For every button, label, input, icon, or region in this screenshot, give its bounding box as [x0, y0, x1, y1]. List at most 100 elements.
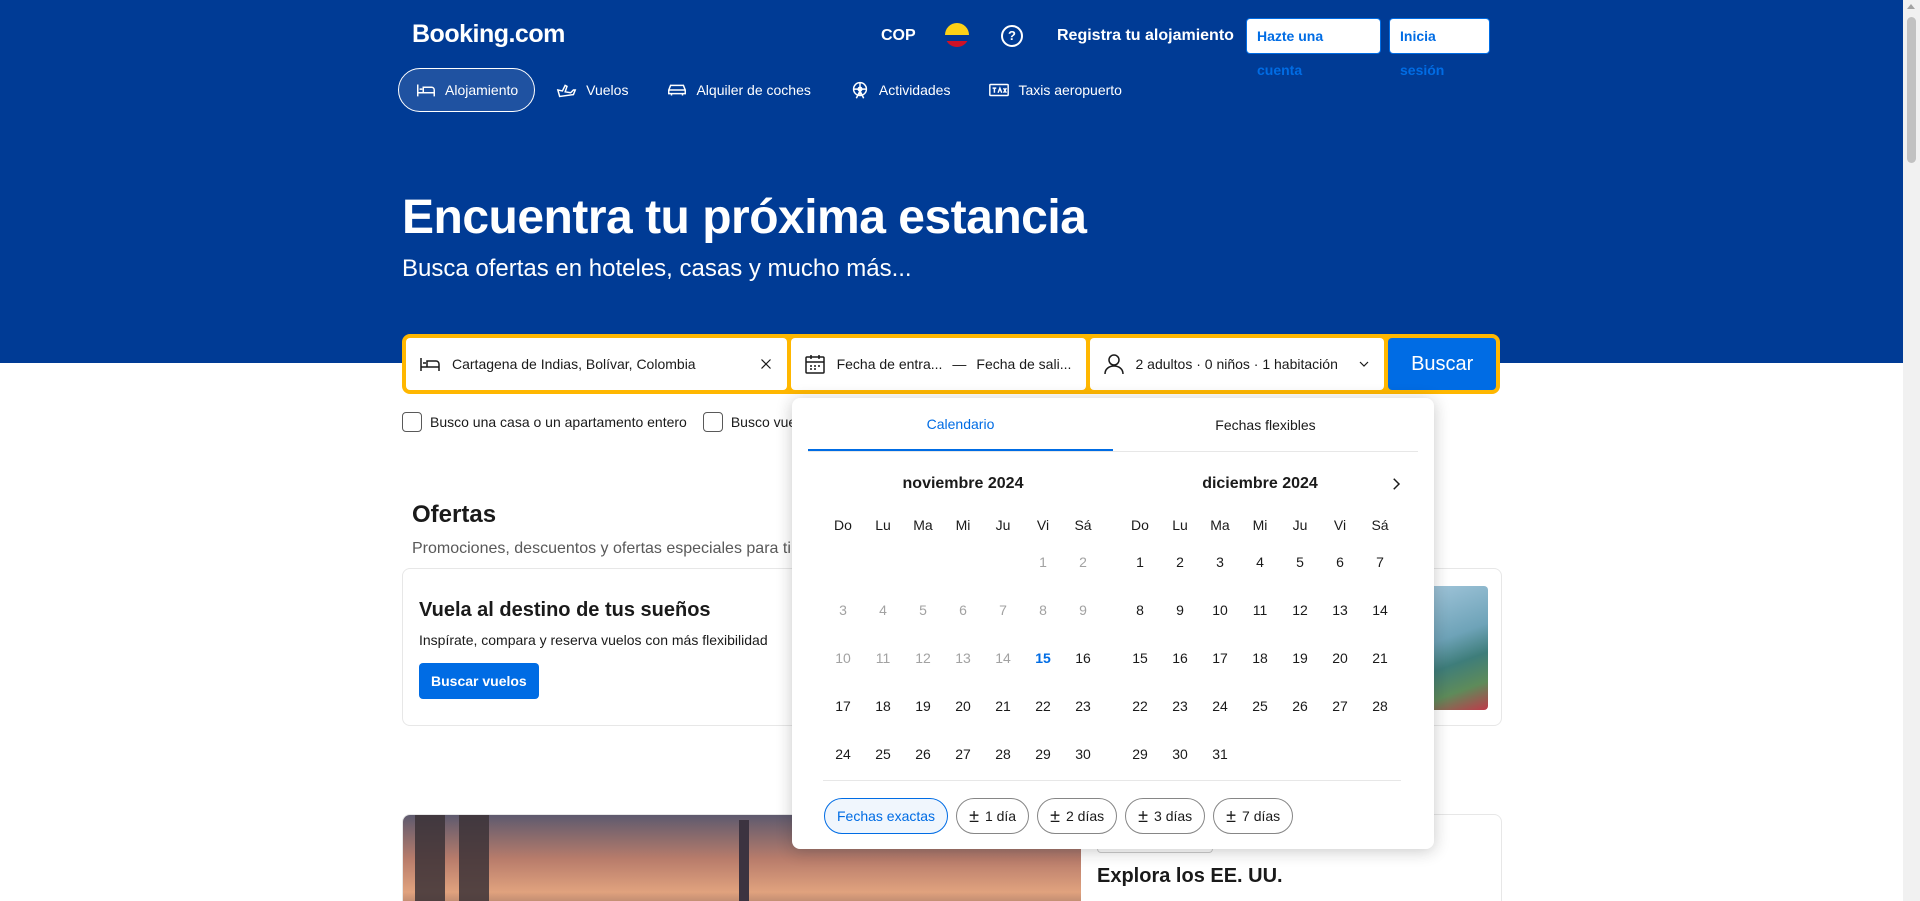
next-month-button[interactable]	[1380, 468, 1412, 500]
calendar-day[interactable]: 27	[943, 730, 983, 778]
calendar-day: 11	[875, 650, 891, 666]
calendar-day[interactable]: 29	[1023, 730, 1063, 778]
chip-3-days[interactable]: ±3 días	[1125, 798, 1206, 834]
calendar-day[interactable]: 8	[1120, 586, 1160, 634]
calendar-day[interactable]: 17	[823, 682, 863, 730]
calendar-day[interactable]: 18	[1240, 634, 1280, 682]
calendar-day[interactable]: 21	[1360, 634, 1400, 682]
nav-item-activities[interactable]: Actividades	[832, 68, 968, 112]
calendar-day[interactable]: 9	[1160, 586, 1200, 634]
destination-input[interactable]: Cartagena de Indias, Bolívar, Colombia	[406, 338, 787, 390]
calendar-day[interactable]: 30	[1160, 730, 1200, 778]
signup-button[interactable]: Hazte una cuenta	[1246, 18, 1381, 78]
calendar-day[interactable]: 24	[1200, 682, 1240, 730]
weekday-label: Mi	[1252, 517, 1268, 533]
plus-minus-icon: ±	[1138, 806, 1149, 826]
search-options: Busco una casa o un apartamento entero B…	[402, 412, 799, 432]
calendar-day[interactable]: 14	[1360, 586, 1400, 634]
calendar-day[interactable]: 13	[1320, 586, 1360, 634]
calendar-day[interactable]: 30	[1063, 730, 1103, 778]
calendar-day[interactable]: 21	[983, 682, 1023, 730]
calendar-day[interactable]: 24	[823, 730, 863, 778]
calendar-day[interactable]: 28	[1360, 682, 1400, 730]
checkbox[interactable]	[702, 412, 723, 432]
calendar-day[interactable]: 17	[1200, 634, 1240, 682]
search-button[interactable]: Buscar	[1388, 338, 1496, 390]
calendar-day[interactable]: 15	[1120, 634, 1160, 682]
nav-item-stays[interactable]: Alojamiento	[398, 68, 536, 112]
calendar-day: 3	[839, 602, 847, 618]
calendar-day[interactable]: 23	[1063, 682, 1103, 730]
calendar-day[interactable]: 22	[1120, 682, 1160, 730]
booking-logo[interactable]: Booking.com	[412, 20, 565, 49]
calendar-day[interactable]: 26	[903, 730, 943, 778]
calendar-day[interactable]: 20	[943, 682, 983, 730]
calendar-day: 5	[919, 602, 927, 618]
calendar-day[interactable]: 25	[863, 730, 903, 778]
calendar-day[interactable]: 19	[1280, 634, 1320, 682]
month-november: noviembre 2024 Do Lu Ma Mi Ju Vi Sá 1234…	[823, 468, 1103, 778]
date-picker-field[interactable]: Fecha de entra... — Fecha de sali...	[790, 338, 1086, 390]
calendar-day: 9	[1079, 602, 1087, 618]
weekday-label: Do	[1131, 517, 1149, 533]
tab-flexible-dates[interactable]: Fechas flexibles	[1113, 398, 1418, 451]
chevron-right-icon	[1393, 478, 1401, 490]
calendar-day[interactable]: 27	[1320, 682, 1360, 730]
calendar-day[interactable]: 15	[1023, 634, 1063, 682]
calendar-day[interactable]: 11	[1240, 586, 1280, 634]
product-nav: Alojamiento Vuelos Alquiler de coches Ac…	[398, 68, 1139, 112]
calendar-day[interactable]: 5	[1280, 538, 1320, 586]
occupancy-selector[interactable]: 2 adultos · 0 niños · 1 habitación	[1089, 338, 1385, 390]
calendar-day[interactable]: 23	[1160, 682, 1200, 730]
nav-item-flights[interactable]: Vuelos	[539, 68, 645, 112]
register-property-link[interactable]: Registra tu alojamiento	[1057, 27, 1234, 45]
calendar-day[interactable]: 3	[1200, 538, 1240, 586]
nav-item-car-rental[interactable]: Alquiler de coches	[649, 68, 827, 112]
calendar-day[interactable]: 4	[1240, 538, 1280, 586]
colombia-flag-icon[interactable]	[945, 23, 969, 47]
calendar-day[interactable]: 26	[1280, 682, 1320, 730]
calendar-day[interactable]: 6	[1320, 538, 1360, 586]
chip-7-days[interactable]: ±7 días	[1213, 798, 1294, 834]
calendar-day[interactable]: 18	[863, 682, 903, 730]
calendar-day[interactable]: 16	[1160, 634, 1200, 682]
day-grid: 1 2 3 4 5 6 7 8 9 10 11 12 13 14 15 16 17 18 19 20 21 22 23 24 2…	[1120, 538, 1400, 778]
plus-minus-icon: ±	[1226, 806, 1237, 826]
checkbox[interactable]	[402, 412, 422, 432]
option-flights[interactable]: Busco vuel	[702, 412, 799, 432]
calendar-day[interactable]: 31	[1200, 730, 1240, 778]
clear-icon[interactable]	[757, 355, 775, 373]
scroll-thumb[interactable]	[1907, 17, 1916, 163]
nav-item-airport-taxis[interactable]: Taxis aeropuerto	[971, 68, 1139, 112]
empty-day	[903, 538, 943, 586]
month-title: noviembre 2024	[902, 475, 1024, 492]
calendar-day[interactable]: 19	[903, 682, 943, 730]
help-icon[interactable]: ?	[1001, 25, 1023, 47]
signin-button[interactable]: Inicia sesión	[1389, 18, 1490, 78]
weekday-header: Do Lu Ma Mi Ju Vi Sá	[823, 512, 1103, 538]
tab-calendar[interactable]: Calendario	[808, 398, 1113, 451]
nav-label: Alojamiento	[445, 82, 519, 98]
calendar-day[interactable]: 2	[1160, 538, 1200, 586]
calendar-day[interactable]: 7	[1360, 538, 1400, 586]
scroll-up-arrow[interactable]	[1907, 4, 1915, 9]
page-scrollbar[interactable]	[1903, 0, 1920, 901]
plus-minus-icon: ±	[1050, 806, 1060, 826]
calendar-day[interactable]: 16	[1063, 634, 1103, 682]
option-entire-home[interactable]: Busco una casa o un apartamento entero	[402, 412, 687, 432]
chip-1-day[interactable]: ±1 día	[956, 798, 1030, 834]
currency-selector[interactable]: COP	[881, 27, 916, 45]
calendar-day[interactable]: 25	[1240, 682, 1280, 730]
calendar-day[interactable]: 22	[1023, 682, 1063, 730]
calendar-day[interactable]: 28	[983, 730, 1023, 778]
chip-exact-dates[interactable]: Fechas exactas	[824, 798, 949, 834]
calendar-day[interactable]: 1	[1120, 538, 1160, 586]
calendar-day[interactable]: 12	[1280, 586, 1320, 634]
calendar-day[interactable]: 20	[1320, 634, 1360, 682]
calendar-day[interactable]: 29	[1120, 730, 1160, 778]
chip-2-days[interactable]: ±2 días	[1037, 798, 1118, 834]
search-flights-button[interactable]: Buscar vuelos	[419, 663, 539, 699]
weekday-label: Mi	[955, 517, 971, 533]
calendar-day[interactable]: 10	[1200, 586, 1240, 634]
checkout-value: Fecha de sali...	[976, 356, 1072, 372]
